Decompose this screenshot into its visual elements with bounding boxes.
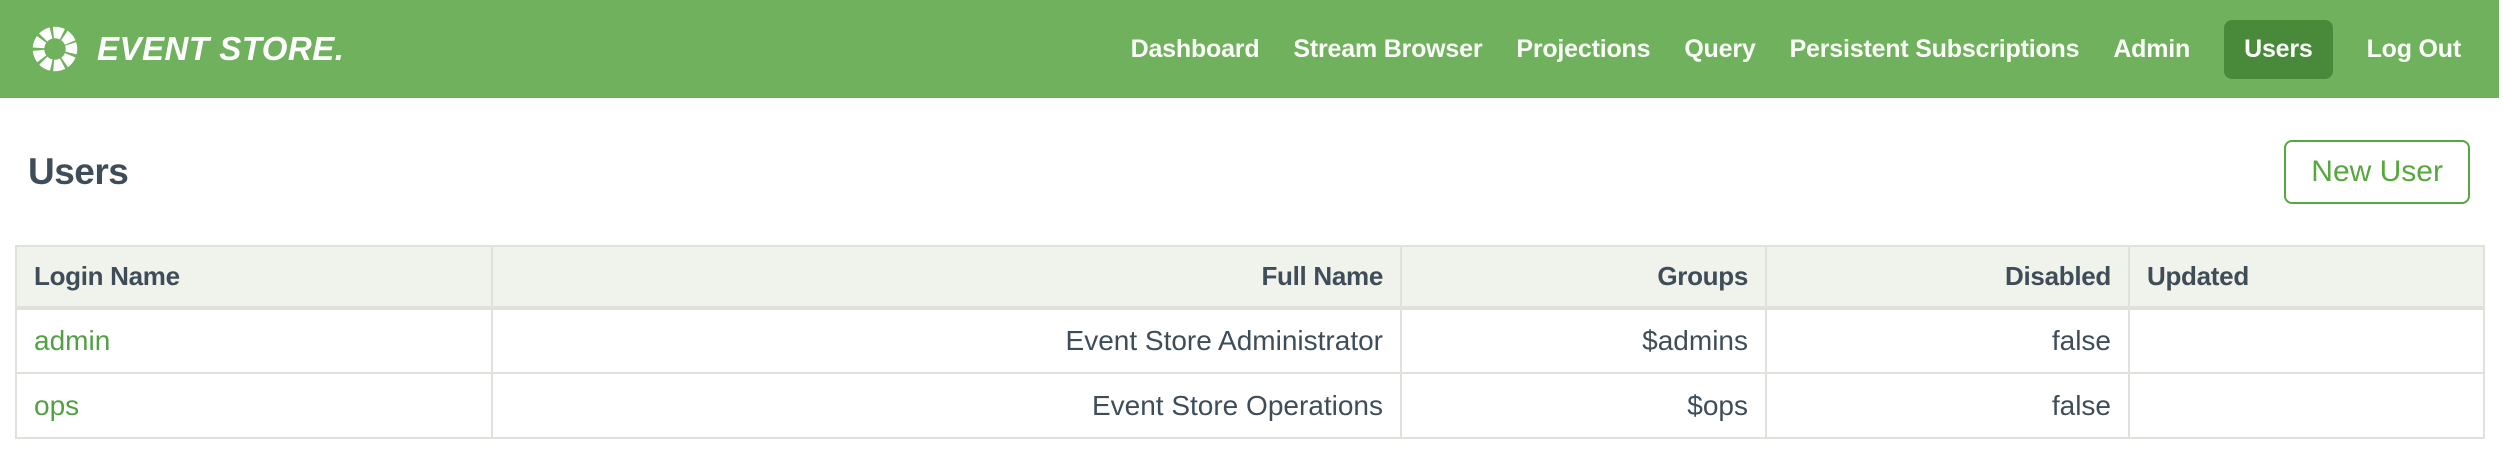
event-store-logo[interactable]: EVENT STORE. (28, 22, 344, 76)
cell-full-name: Event Store Administrator (492, 308, 1401, 373)
user-login-link[interactable]: ops (34, 390, 79, 421)
column-header-full-name: Full Name (492, 246, 1401, 308)
cell-disabled: false (1766, 373, 2129, 438)
page-title: Users (28, 151, 128, 193)
nav-item-projections[interactable]: Projections (1516, 35, 1650, 64)
column-header-groups: Groups (1401, 246, 1766, 308)
table-row: admin Event Store Administrator $admins … (16, 308, 2484, 373)
app-header: EVENT STORE. Dashboard Stream Browser Pr… (0, 0, 2499, 98)
column-header-login-name: Login Name (16, 246, 492, 308)
cell-full-name: Event Store Operations (492, 373, 1401, 438)
cell-updated (2129, 373, 2484, 438)
table-row: ops Event Store Operations $ops false (16, 373, 2484, 438)
brand-wordmark: EVENT STORE. (97, 30, 344, 68)
nav-item-users[interactable]: Users (2224, 20, 2333, 79)
user-login-link[interactable]: admin (34, 325, 110, 356)
nav-item-admin[interactable]: Admin (2113, 35, 2190, 64)
nav-item-persistent-subscriptions[interactable]: Persistent Subscriptions (1790, 35, 2080, 64)
new-user-button[interactable]: New User (2284, 140, 2470, 204)
cell-disabled: false (1766, 308, 2129, 373)
table-header-row: Login Name Full Name Groups Disabled Upd… (16, 246, 2484, 308)
column-header-disabled: Disabled (1766, 246, 2129, 308)
cell-groups: $admins (1401, 308, 1766, 373)
nav-item-dashboard[interactable]: Dashboard (1131, 35, 1260, 64)
users-table: Login Name Full Name Groups Disabled Upd… (15, 245, 2485, 439)
nav-item-stream-browser[interactable]: Stream Browser (1293, 35, 1482, 64)
nav-item-query[interactable]: Query (1684, 35, 1755, 64)
main-nav: Dashboard Stream Browser Projections Que… (1131, 20, 2461, 79)
cell-updated (2129, 308, 2484, 373)
nav-item-log-out[interactable]: Log Out (2367, 35, 2461, 64)
cell-groups: $ops (1401, 373, 1766, 438)
event-store-ring-icon (28, 22, 82, 76)
page-header: Users New User (0, 98, 2503, 245)
column-header-updated: Updated (2129, 246, 2484, 308)
users-table-container: Login Name Full Name Groups Disabled Upd… (15, 245, 2483, 439)
